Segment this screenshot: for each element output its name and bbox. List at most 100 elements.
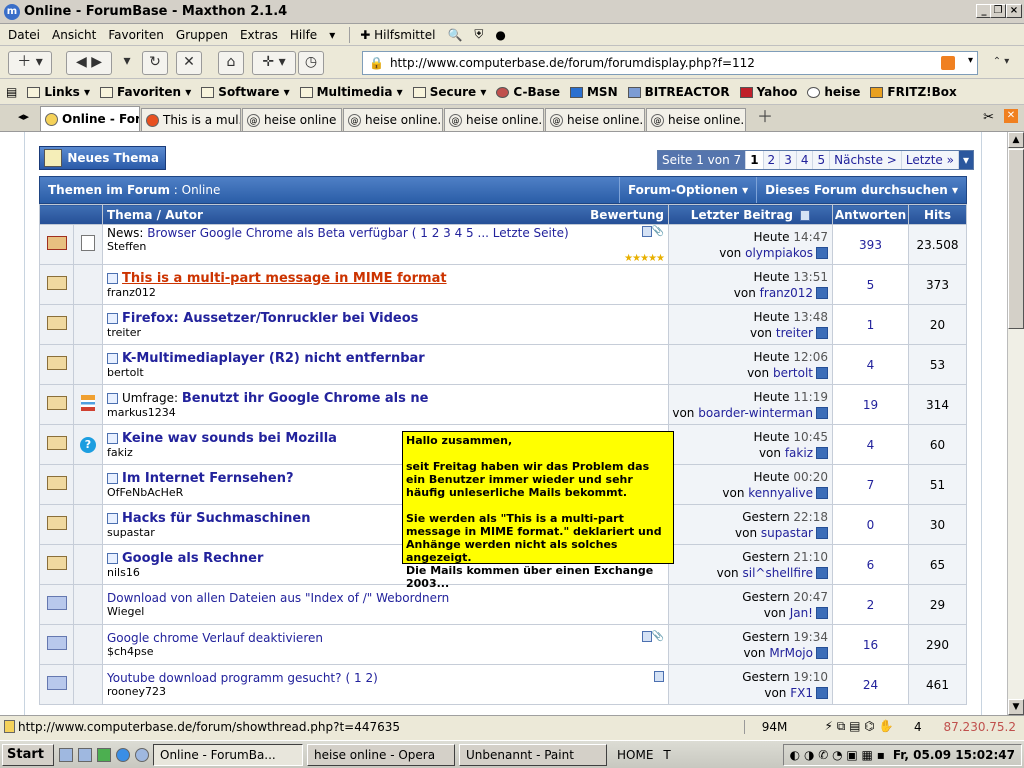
- fav-msn[interactable]: MSN: [569, 85, 618, 99]
- status-tools-icons[interactable]: ⚡ ⧉ ▤ ⌬ ✋: [804, 719, 914, 734]
- tab-heise-online[interactable]: @ heise online: [242, 108, 342, 131]
- menu-extras[interactable]: Extras: [240, 28, 278, 42]
- hits-header[interactable]: Hits: [908, 204, 967, 225]
- taskbar-opera[interactable]: heise online - Opera: [307, 743, 455, 766]
- stop-button[interactable]: ✕: [176, 51, 202, 75]
- menu-ansicht[interactable]: Ansicht: [52, 28, 96, 42]
- thread-author[interactable]: Wiegel: [107, 605, 664, 618]
- fav-software[interactable]: Software ▾: [201, 85, 290, 99]
- reply-count[interactable]: 16: [832, 624, 909, 665]
- thread-title-link[interactable]: Google chrome Verlauf deaktivieren: [107, 631, 323, 645]
- history-dropdown-icon[interactable]: ▾: [120, 51, 134, 75]
- reply-count[interactable]: 393: [832, 224, 909, 265]
- reply-count[interactable]: 1: [832, 304, 909, 345]
- thread-title-link[interactable]: Keine wav sounds bei Mozilla: [122, 431, 337, 446]
- menu-favoriten[interactable]: Favoriten: [108, 28, 164, 42]
- rss-icon[interactable]: [941, 56, 955, 70]
- reply-count[interactable]: 2: [832, 584, 909, 625]
- fav-c-base[interactable]: C-Base: [496, 85, 560, 99]
- quicklaunch-icon[interactable]: [78, 747, 92, 762]
- thread-author[interactable]: treiter: [107, 326, 664, 339]
- go-to-last-post-icon[interactable]: [816, 487, 828, 499]
- thread-author[interactable]: franz012: [107, 286, 664, 299]
- tab-mime-message[interactable]: This is a mul...: [141, 108, 241, 131]
- thread-title-link[interactable]: Google als Rechner: [122, 551, 263, 566]
- last-post-author[interactable]: supastar: [761, 526, 813, 540]
- last-post-author[interactable]: MrMojo: [769, 646, 813, 660]
- scroll-down-icon[interactable]: ▼: [1008, 699, 1024, 715]
- last-post-author[interactable]: boarder-winterman: [698, 406, 813, 420]
- menu-datei[interactable]: Datei: [8, 28, 40, 42]
- tab-online-forumbase[interactable]: Online - For...: [40, 106, 140, 131]
- go-to-last-post-icon[interactable]: [816, 567, 828, 579]
- menu-gruppen[interactable]: Gruppen: [176, 28, 228, 42]
- fav-multimedia[interactable]: Multimedia ▾: [299, 85, 403, 99]
- go-to-last-post-icon[interactable]: [816, 327, 828, 339]
- thread-title-link[interactable]: K-Multimediaplayer (R2) nicht entfernbar: [122, 351, 425, 366]
- hilfsmittel-button[interactable]: ✚ Hilfsmittel: [360, 28, 435, 42]
- fav-favoriten[interactable]: Favoriten ▾: [99, 85, 191, 99]
- history-button[interactable]: ◷: [298, 51, 324, 75]
- thread-author[interactable]: markus1234: [107, 406, 664, 419]
- tab-heise-online-4[interactable]: @ heise online...: [545, 108, 645, 131]
- shield-icon[interactable]: ⛨: [474, 27, 483, 42]
- last-post-author[interactable]: franz012: [760, 286, 813, 300]
- fav-secure[interactable]: Secure ▾: [412, 85, 486, 99]
- maximize-button[interactable]: ❐: [990, 4, 1006, 18]
- go-to-last-post-icon[interactable]: [816, 527, 828, 539]
- fav-bitreactor[interactable]: BITREACTOR: [627, 85, 730, 99]
- fav-yahoo[interactable]: Yahoo: [739, 85, 797, 99]
- last-page-link[interactable]: Letzte »: [901, 151, 959, 169]
- thread-author[interactable]: bertolt: [107, 366, 664, 379]
- reply-count[interactable]: 6: [832, 544, 909, 585]
- add-tab-icon[interactable]: ＋: [757, 103, 773, 127]
- next-page-link[interactable]: Nächste >: [830, 151, 902, 169]
- replies-header[interactable]: Antworten: [832, 204, 909, 225]
- last-post-author[interactable]: Jan!: [790, 606, 813, 620]
- back-forward-button[interactable]: ◀ ▶: [66, 51, 112, 75]
- thread-title-link[interactable]: Download von allen Dateien aus "Index of…: [107, 591, 449, 605]
- tray-icons[interactable]: ◐ ◑ ✆ ◔ ▣ ▦ ▪: [790, 748, 885, 762]
- thread-pages-links[interactable]: ( 1 2): [346, 671, 378, 685]
- scroll-thumb[interactable]: [1008, 149, 1024, 329]
- page-4[interactable]: 4: [796, 151, 814, 169]
- page-3[interactable]: 3: [780, 151, 797, 169]
- pager-dropdown-icon[interactable]: ▾: [958, 151, 973, 169]
- rating-header-label[interactable]: Bewertung: [590, 208, 668, 222]
- tab-heise-online-3[interactable]: @ heise online...: [444, 108, 544, 131]
- thread-author[interactable]: rooney723: [107, 685, 664, 698]
- go-to-last-post-icon[interactable]: [816, 447, 828, 459]
- last-post-author[interactable]: olympiakos: [745, 246, 813, 260]
- reply-count[interactable]: 4: [832, 344, 909, 385]
- thread-title-link[interactable]: Benutzt ihr Google Chrome als ne: [182, 391, 429, 406]
- fav-heise[interactable]: heise: [807, 85, 860, 99]
- go-to-last-post-icon[interactable]: [816, 607, 828, 619]
- thread-title-link[interactable]: Firefox: Aussetzer/Tonruckler bei Videos: [122, 311, 418, 326]
- go-to-last-post-icon[interactable]: [816, 247, 828, 259]
- reply-count[interactable]: 0: [832, 504, 909, 545]
- last-post-author[interactable]: fakiz: [785, 446, 813, 460]
- reply-count[interactable]: 5: [832, 264, 909, 305]
- reply-count[interactable]: 19: [832, 384, 909, 425]
- thread-title-link[interactable]: Im Internet Fernsehen?: [122, 471, 294, 486]
- thread-title-link[interactable]: Hacks für Suchmaschinen: [122, 511, 311, 526]
- sort-icon[interactable]: [800, 209, 811, 221]
- ie-icon[interactable]: [116, 747, 130, 762]
- toolbar-chevron-icon[interactable]: ⌃ ▾: [986, 51, 1016, 75]
- tools-icon[interactable]: ✂: [983, 110, 994, 125]
- maxthon-quick-icon[interactable]: [135, 747, 149, 762]
- thread-author[interactable]: Steffen: [107, 240, 664, 253]
- new-thread-button[interactable]: Neues Thema: [39, 146, 166, 170]
- thread-title-link[interactable]: Browser Google Chrome als Beta verfügbar: [147, 226, 407, 240]
- reload-button[interactable]: ↻: [142, 51, 168, 75]
- home-button[interactable]: ⌂: [218, 51, 244, 75]
- favbar-menu-icon[interactable]: ▤: [6, 85, 17, 99]
- fav-fritzbox[interactable]: FRITZ!Box: [870, 85, 957, 99]
- vertical-scrollbar[interactable]: ▲ ▼: [1007, 132, 1024, 715]
- close-tab-icon[interactable]: ✕: [1004, 109, 1018, 123]
- quicklaunch-icon[interactable]: [59, 747, 73, 762]
- magnifier-icon[interactable]: 🔍: [447, 28, 462, 42]
- address-dropdown-icon[interactable]: ▾: [968, 55, 973, 66]
- thread-title-link[interactable]: Youtube download programm gesucht?: [107, 671, 342, 685]
- last-post-author[interactable]: FX1: [790, 686, 813, 700]
